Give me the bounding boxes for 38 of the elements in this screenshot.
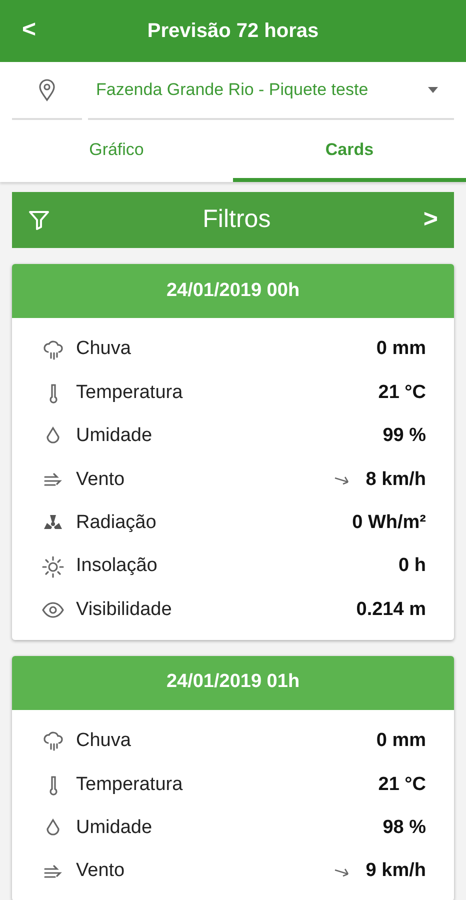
rain-cloud-icon xyxy=(42,338,64,361)
metric-label: Umidade xyxy=(76,816,154,840)
metric-label: Insolação xyxy=(76,554,158,578)
metric-value: 8 km/h xyxy=(366,468,426,492)
metric-value: 0 Wh/m² xyxy=(352,511,426,535)
card-header: 24/01/2019 01h xyxy=(12,656,454,710)
metric-value: 99 % xyxy=(382,424,426,448)
filter-icon xyxy=(28,209,50,231)
rain-cloud-icon xyxy=(42,730,64,752)
location-value: Fazenda Grande Rio - Piquete teste xyxy=(96,79,368,102)
location-pin-icon xyxy=(38,78,56,102)
back-button[interactable]: < xyxy=(14,14,44,46)
metric-value: 0 mm xyxy=(376,337,426,362)
metric-value: 21 °C xyxy=(378,380,426,405)
metric-value: 98 % xyxy=(382,816,426,840)
filter-bar[interactable]: Filtros > xyxy=(12,192,454,248)
metric-label: Radiação xyxy=(76,511,158,535)
metric-label: Vento xyxy=(76,468,126,492)
metric-value: 9 km/h xyxy=(366,859,426,884)
metric-label: Vento xyxy=(76,859,126,884)
metric-label: Visibilidade xyxy=(76,598,173,622)
metric-label: Chuva xyxy=(76,337,132,362)
metric-label: Temperatura xyxy=(76,380,184,405)
metric-value: 0 mm xyxy=(376,729,426,754)
dropdown-caret-icon xyxy=(428,87,438,93)
chevron-text: > xyxy=(423,204,438,236)
metric-label: Temperatura xyxy=(76,772,184,797)
tab[interactable]: Gráfico xyxy=(0,122,233,182)
metric-label: Umidade xyxy=(76,424,154,448)
metric-label: Chuva xyxy=(76,729,132,754)
metric-value: 21 °C xyxy=(378,772,426,797)
screen-title: Previsão 72 horas xyxy=(147,19,319,44)
filter-label: Filtros xyxy=(202,204,271,236)
tab[interactable]: Cards xyxy=(233,122,466,182)
metric-value: 0.214 m xyxy=(356,598,426,622)
sun-icon xyxy=(42,556,64,578)
card-header: 24/01/2019 00h xyxy=(12,264,454,318)
metric-value: 0 h xyxy=(398,554,426,578)
